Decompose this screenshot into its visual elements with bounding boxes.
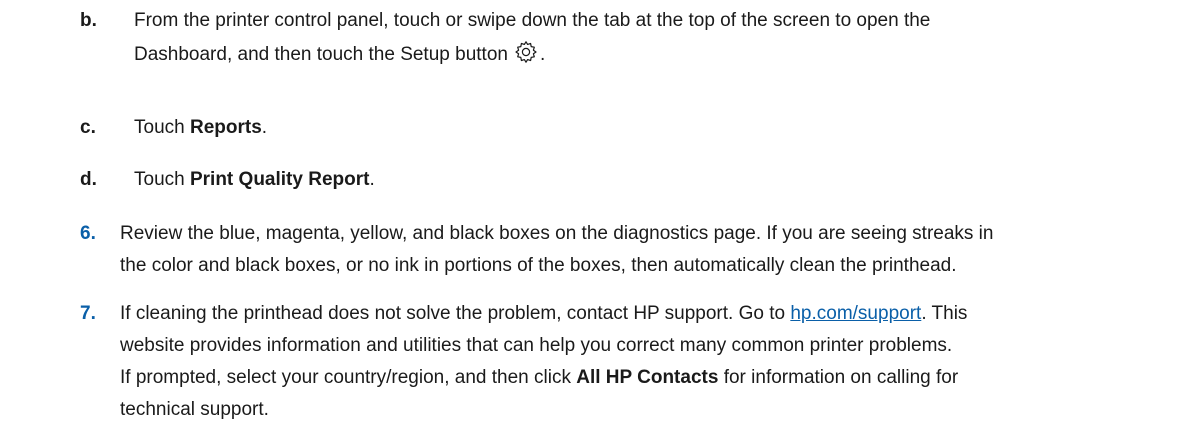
step-7-line-4: technical support. [120, 399, 269, 420]
step-text: Touch Reports. [134, 112, 267, 144]
step-7-line-3: If prompted, select your country/region,… [120, 362, 967, 394]
step-6-line-2: the color and black boxes, or no ink in … [120, 255, 957, 276]
step-text: If cleaning the printhead does not solve… [120, 298, 967, 426]
step-7-line-3-pre: If prompted, select your country/region,… [120, 367, 577, 388]
step-d-line: Touch Print Quality Report. [134, 164, 375, 196]
step-text: Touch Print Quality Report. [134, 164, 375, 196]
hp-support-link[interactable]: hp.com/support [790, 303, 921, 324]
step-7-line-1: If cleaning the printhead does not solve… [120, 298, 967, 330]
gear-icon [515, 41, 537, 63]
step-marker: c. [80, 117, 96, 138]
step-b-line-2: Dashboard, and then touch the Setup butt… [134, 39, 930, 71]
step-text: From the printer control panel, touch or… [134, 5, 930, 71]
step-6-line-1: Review the blue, magenta, yellow, and bl… [120, 223, 994, 244]
step-d-pre: Touch [134, 169, 190, 190]
step-7-line-2: website provides information and utiliti… [120, 335, 953, 356]
step-7-line-1-pre: If cleaning the printhead does not solve… [120, 303, 791, 324]
step-number: 6. [80, 223, 96, 244]
document-page: b. From the printer control panel, touch… [0, 0, 1199, 441]
step-marker: b. [80, 10, 97, 31]
step-d-post: . [369, 169, 375, 190]
step-c-line: Touch Reports. [134, 112, 267, 144]
step-d-bold: Print Quality Report [189, 169, 370, 190]
step-c-pre: Touch [134, 117, 190, 138]
step-c-post: . [261, 117, 268, 138]
step-7-line-1-post: . This [921, 303, 968, 324]
step-text: Review the blue, magenta, yellow, and bl… [120, 218, 993, 282]
step-7-line-3-post: for information on calling for [718, 367, 959, 388]
step-b-line-2-end: . [539, 44, 546, 65]
step-marker: d. [80, 169, 97, 190]
step-b-line-1: From the printer control panel, touch or… [134, 10, 931, 31]
step-b-line-2-text: Dashboard, and then touch the Setup butt… [134, 44, 508, 65]
all-hp-contacts-label: All HP Contacts [576, 367, 719, 388]
step-number: 7. [80, 303, 96, 324]
step-c-bold: Reports [189, 117, 262, 138]
